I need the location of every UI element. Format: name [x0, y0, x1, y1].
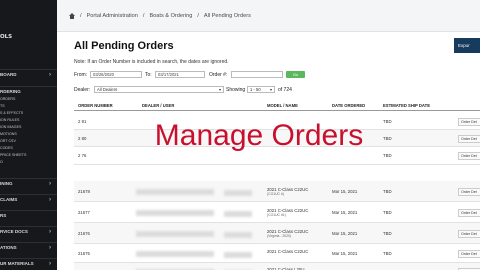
redacted-dealer	[136, 231, 214, 237]
col-order-number[interactable]: ORDER NUMBER	[78, 103, 113, 108]
col-dealer-user[interactable]: DEALER / USER	[142, 103, 174, 108]
order-number: 21678	[78, 189, 90, 194]
sidebar-subitem[interactable]: TS	[0, 104, 5, 110]
model-name: 2021 C-Class C22UC (CO1UC #1)	[267, 208, 309, 217]
page-title: All Pending Orders	[74, 40, 174, 52]
page-range-select[interactable]: 1 - 50 ▾	[247, 86, 275, 93]
redacted-user	[224, 232, 252, 238]
order-details-button[interactable]: Order Det	[458, 250, 480, 258]
chevron-right-icon: ›	[49, 229, 51, 235]
sidebar-subitem[interactable]: ION IMAGES	[0, 125, 21, 131]
table-row: 216742021 C-Class L25U(TOWNSEND LDS-WA#)…	[74, 263, 480, 270]
sidebar: OLS BOARD › RDERING INING › CLAIMS › RS RVICE DO…	[0, 0, 57, 270]
order-number: 21675	[78, 251, 90, 256]
home-icon[interactable]	[69, 13, 75, 19]
order-number-input[interactable]	[231, 71, 283, 78]
model-name: 2021 C-Class C22UC (Virginia - 2020)	[267, 229, 309, 238]
to-date-input[interactable]: 03/17/2021	[155, 71, 205, 78]
order-details-button[interactable]: Order Det	[458, 188, 480, 196]
chevron-right-icon: ›	[49, 245, 51, 251]
chevron-down-icon: ▾	[218, 87, 221, 92]
chevron-right-icon: ›	[49, 181, 51, 187]
sidebar-item[interactable]: RVICE DOCS ›	[0, 226, 57, 237]
order-details-button[interactable]: Order Det	[458, 230, 480, 238]
redacted-user	[224, 252, 252, 258]
dealer-select[interactable]: All Dealers ▾	[94, 86, 224, 93]
to-label: To:	[145, 72, 152, 78]
chevron-down-icon: ▾	[269, 87, 272, 92]
col-date-ordered[interactable]: DATE ORDERED	[332, 103, 365, 108]
sidebar-subitem[interactable]: ORT CSV	[0, 139, 16, 145]
order-details-button[interactable]: Order Det	[458, 135, 480, 143]
table-row: 21678 2021 C-Class C22UC (CO1UC #) Mar 15, …	[74, 181, 480, 202]
sidebar-item[interactable]: UR MATERIALS ›	[0, 258, 57, 269]
model-name: 2021 C-Class C22UC	[267, 249, 309, 254]
sidebar-item[interactable]: BOARD ›	[0, 69, 57, 80]
chevron-right-icon: ›	[49, 261, 51, 267]
search-note: Note: If an Order Number is included in …	[74, 59, 229, 65]
sidebar-item[interactable]: RS	[0, 210, 57, 221]
overlay-caption: Manage Orders	[154, 119, 364, 152]
col-model-name[interactable]: MODEL / NAME	[267, 103, 298, 108]
order-number: 21677	[78, 210, 90, 215]
est-ship-date: TBD	[383, 210, 392, 215]
order-number: 21676	[78, 231, 90, 236]
chevron-right-icon: ›	[49, 72, 51, 78]
table-header: ORDER NUMBER DEALER / USER MODEL / NAME …	[74, 99, 480, 111]
sidebar-item[interactable]: ATIONS ›	[0, 242, 57, 253]
order-details-button[interactable]: Order Det	[458, 209, 480, 217]
est-ship-date: TBD	[383, 251, 392, 256]
total-count: of 724	[278, 87, 292, 93]
redacted-user	[224, 190, 252, 196]
sidebar-item[interactable]: CLAIMS ›	[0, 194, 57, 205]
sidebar-item[interactable]: RDERING	[0, 86, 57, 97]
dealer-label: Dealer:	[74, 87, 91, 93]
sidebar-item[interactable]: INING ›	[0, 178, 57, 189]
order-number-label: Order #:	[209, 72, 228, 78]
export-button[interactable]: Expor	[454, 38, 480, 53]
est-ship-date: TBD	[383, 231, 392, 236]
sidebar-subitem[interactable]: PRICE SHEETS	[0, 153, 26, 159]
order-details-button[interactable]: Order Det	[458, 118, 480, 126]
table-row: 21677 2021 C-Class C22UC (CO1UC #1) Mar 15,…	[74, 202, 480, 223]
sidebar-subitem[interactable]: CODES	[0, 146, 13, 152]
date-ordered: Mar 15, 2021	[332, 251, 358, 256]
model-name: 2021 C-Class C22UC (CO1UC #)	[267, 187, 309, 196]
redacted-dealer	[136, 189, 214, 195]
breadcrumb-current: All Pending Orders	[203, 13, 251, 19]
date-ordered: Mar 15, 2021	[332, 210, 358, 215]
go-button[interactable]: Go	[286, 71, 305, 78]
redacted-dealer	[136, 210, 214, 216]
breadcrumb: / Portal Administration / Boats & Orderi…	[57, 0, 480, 32]
sidebar-subitem[interactable]: MOTIONS	[0, 132, 17, 138]
sidebar-title: OLS	[0, 34, 13, 40]
col-est-ship-date[interactable]: ESTIMATED SHIP DATE	[383, 103, 430, 108]
date-ordered: Mar 15, 2021	[332, 189, 358, 194]
showing-label: Showing	[226, 87, 246, 93]
sidebar-subitem[interactable]: O	[0, 160, 3, 166]
from-label: From:	[74, 72, 88, 78]
sidebar-subitem[interactable]: ORDERS	[0, 97, 15, 103]
breadcrumb-boats-ordering[interactable]: Boats & Ordering	[149, 13, 192, 19]
table-row: 21675 2021 C-Class C22UC Mar 15, 2021 TBD Or…	[74, 244, 480, 263]
redacted-user	[224, 211, 252, 217]
sidebar-subitem[interactable]: ION RULES	[0, 118, 19, 124]
date-ordered: Mar 15, 2021	[332, 231, 358, 236]
chevron-right-icon: ›	[49, 197, 51, 203]
sidebar-subitem[interactable]: S & EFFECTS	[0, 111, 23, 117]
est-ship-date: TBD	[383, 189, 392, 194]
order-details-button[interactable]: Order Det	[458, 152, 480, 160]
table-row: 21676 2021 C-Class C22UC (Virginia - 2020)…	[74, 223, 480, 244]
from-date-input[interactable]: 03/26/2020	[90, 71, 142, 78]
breadcrumb-portal-admin[interactable]: Portal Administration	[87, 13, 138, 19]
redacted-dealer	[136, 251, 214, 257]
